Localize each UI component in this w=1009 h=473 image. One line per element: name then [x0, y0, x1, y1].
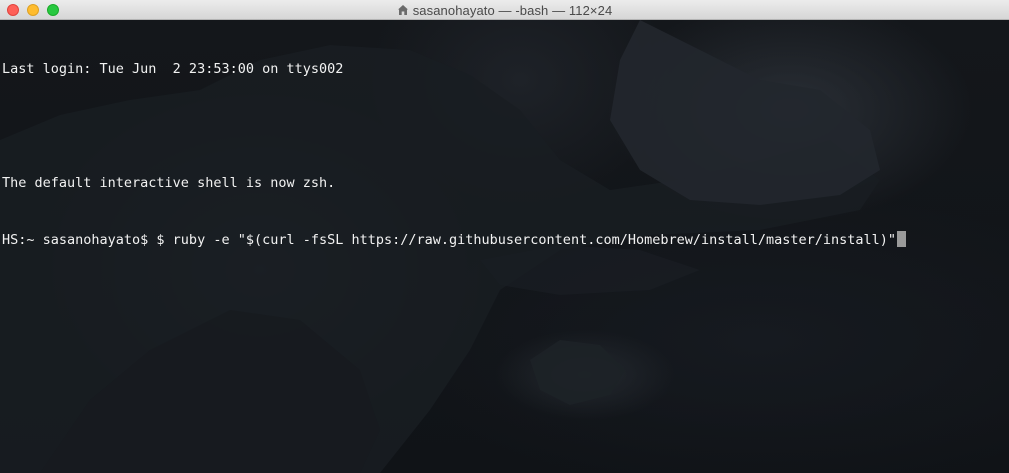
title-bar[interactable]: sasanohayato — -bash — 112×24 — [0, 0, 1009, 20]
text-cursor — [897, 231, 907, 247]
prompt-line[interactable]: HS:~ sasanohayato$ $ ruby -e "$(curl -fs… — [2, 231, 907, 250]
home-folder-icon — [397, 5, 408, 15]
window-title-text: sasanohayato — -bash — 112×24 — [412, 2, 613, 18]
command-text: HS:~ sasanohayato$ $ ruby -e "$(curl -fs… — [2, 232, 897, 248]
shell-notice-line: The default interactive shell is now zsh… — [2, 175, 336, 191]
terminal-window: sasanohayato — -bash — 112×24 Last login… — [0, 0, 1009, 473]
window-title: sasanohayato — -bash — 112×24 — [0, 0, 1009, 20]
terminal-output: Last login: Tue Jun 2 23:53:00 on ttys00… — [2, 22, 907, 288]
terminal-content-area[interactable]: Last login: Tue Jun 2 23:53:00 on ttys00… — [0, 20, 1009, 473]
last-login-line: Last login: Tue Jun 2 23:53:00 on ttys00… — [2, 61, 344, 77]
